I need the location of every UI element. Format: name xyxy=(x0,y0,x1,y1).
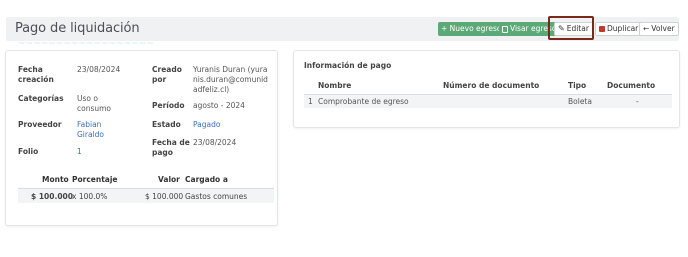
amounts-header-cargado: Cargado a xyxy=(185,175,228,184)
doc-header-nombre: Nombre xyxy=(318,81,352,90)
arrow-left-icon: ← xyxy=(643,24,650,33)
amount-cargado: Gastos comunes xyxy=(185,192,248,201)
estado-label: Estado xyxy=(152,120,181,129)
categorias-label: Categorías xyxy=(18,94,64,103)
ghost-title-artifact: ~~~~~~~~~~~~~~~~~~ xyxy=(18,39,154,49)
creado-por-value: Yuranis Duran (yuranis.duran@comunidadfe… xyxy=(193,65,268,94)
doc-row-index: 1 xyxy=(308,97,313,106)
doc-header-tipo: Tipo xyxy=(568,81,587,90)
doc-row-documento[interactable]: - xyxy=(636,97,639,106)
doc-header-numero: Número de documento xyxy=(443,81,540,90)
back-button[interactable]: ← Volver xyxy=(639,22,679,36)
copy-icon xyxy=(599,26,605,32)
back-label: Volver xyxy=(651,24,675,33)
folio-value[interactable]: 1 xyxy=(77,147,82,157)
amount-valor: $ 100.000 xyxy=(145,192,184,201)
new-expense-button[interactable]: + Nuevo egreso xyxy=(438,22,505,36)
periodo-value: agosto - 2024 xyxy=(193,101,245,110)
fecha-creacion-value: 23/08/2024 xyxy=(77,65,121,74)
payment-info-card: Información de pago Nombre Número de doc… xyxy=(293,50,680,128)
amount-porcentaje: x 100.0% xyxy=(72,192,108,201)
duplicate-button[interactable]: Duplicar xyxy=(595,22,643,36)
estado-value: Pagado xyxy=(193,120,221,129)
doc-row-nombre: Comprobante de egreso xyxy=(318,97,409,106)
proveedor-label: Proveedor xyxy=(18,120,62,129)
folio-label: Folio xyxy=(18,147,39,156)
fecha-pago-label: Fecha de pago xyxy=(152,138,190,157)
fecha-pago-value: 23/08/2024 xyxy=(193,138,237,147)
edit-button-highlight xyxy=(548,16,594,40)
periodo-label: Período xyxy=(152,101,185,110)
check-document-icon xyxy=(502,25,508,33)
amounts-header-porcentaje: Porcentaje xyxy=(72,175,118,184)
proveedor-link[interactable]: Fabian Giraldo xyxy=(77,120,117,140)
categorias-value: Uso o consumo xyxy=(77,94,112,113)
doc-header-documento: Documento xyxy=(607,81,656,90)
amount-monto: $ 100.000 xyxy=(31,192,73,201)
page-title: Pago de liquidación xyxy=(15,21,140,36)
amounts-header-valor: Valor xyxy=(158,175,180,184)
expense-details-card: Fecha creación 23/08/2024 Categorías Uso… xyxy=(5,50,278,226)
creado-por-label: Creado por xyxy=(152,65,182,84)
fecha-creacion-label: Fecha creación xyxy=(18,65,54,84)
new-expense-label: + Nuevo egreso xyxy=(441,24,502,33)
duplicate-label: Duplicar xyxy=(607,24,639,33)
amounts-header-monto: Monto xyxy=(42,175,69,184)
payment-info-title: Información de pago xyxy=(304,61,392,70)
doc-row-tipo: Boleta xyxy=(568,97,592,106)
